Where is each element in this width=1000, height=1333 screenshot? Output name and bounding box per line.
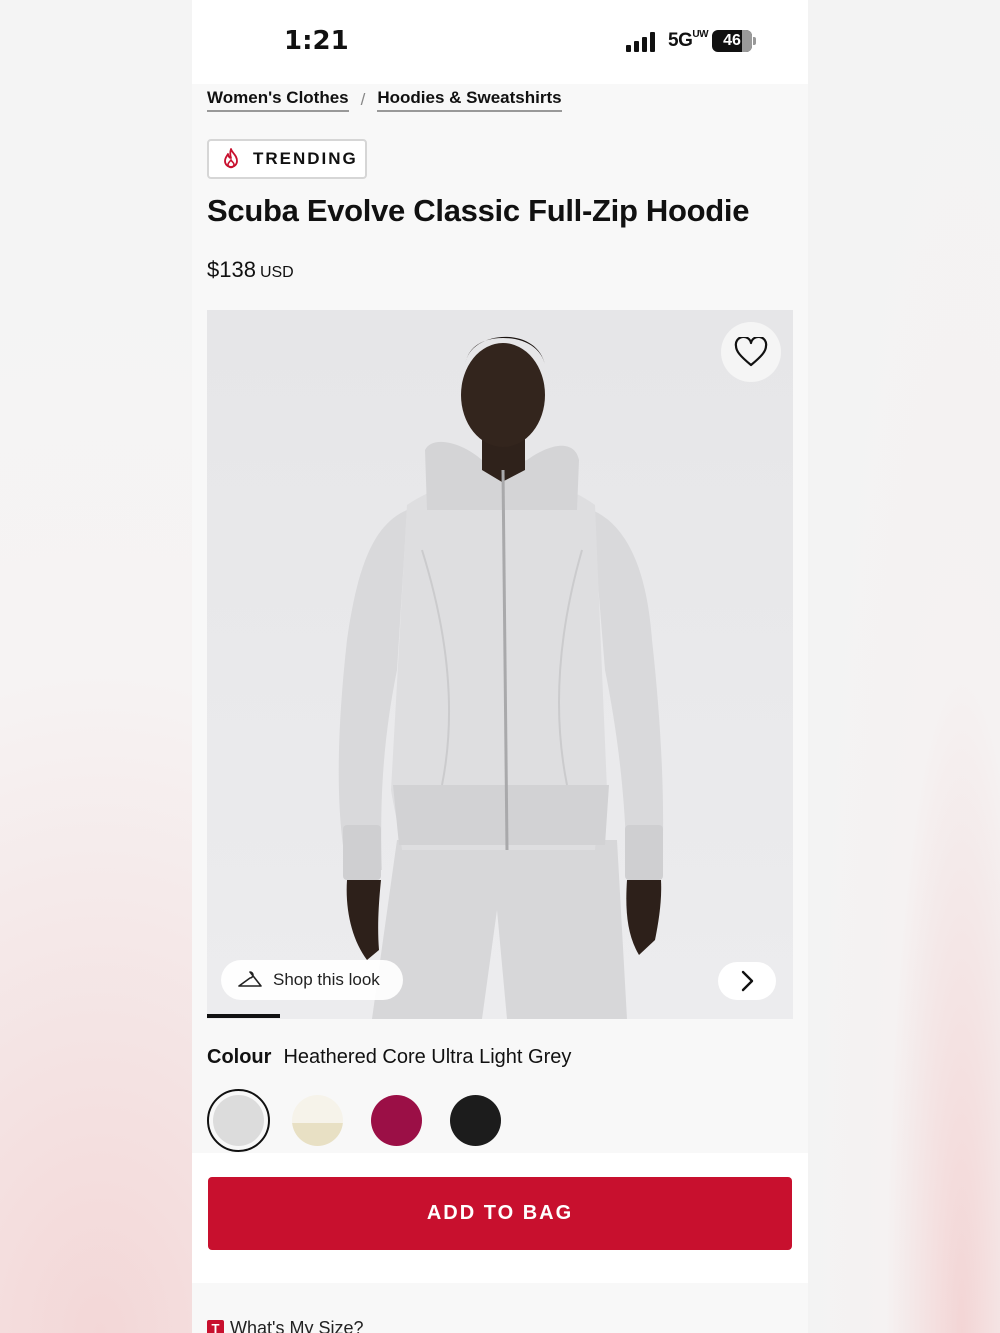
trending-badge: TRENDING <box>207 139 367 179</box>
battery-icon: 46 <box>712 30 752 52</box>
signal-icon <box>626 32 660 52</box>
colour-swatches <box>207 1089 507 1152</box>
shop-this-look-label: Shop this look <box>273 970 380 989</box>
phone-screen: 1:21 5GUW 46 Women's Clothes / Hoodies &… <box>192 0 808 1333</box>
gallery-progress <box>207 1014 793 1018</box>
swatch-magenta[interactable] <box>365 1089 428 1152</box>
battery-tip <box>753 37 756 45</box>
status-bar: 1:21 5GUW 46 <box>192 0 808 84</box>
add-to-bag-button[interactable]: ADD TO BAG <box>208 1177 792 1250</box>
size-help-logo: T <box>207 1320 224 1333</box>
hanger-icon <box>238 971 262 987</box>
wishlist-button[interactable] <box>721 322 781 382</box>
shop-this-look-button[interactable]: Shop this look <box>221 960 403 1000</box>
product-image-gallery[interactable]: Shop this look <box>207 310 793 1019</box>
swatch-heathered-core-ultra-light-grey[interactable] <box>207 1089 270 1152</box>
trending-label: TRENDING <box>253 149 358 168</box>
swatch-bone-two-tone[interactable] <box>286 1089 349 1152</box>
colour-label: Colour <box>207 1046 272 1068</box>
swatch-black[interactable] <box>444 1089 507 1152</box>
breadcrumb: Women's Clothes / Hoodies & Sweatshirts <box>207 88 562 112</box>
status-time: 1:21 <box>284 26 349 56</box>
swatch-color <box>213 1095 264 1146</box>
product-price: $138 USD <box>207 257 294 283</box>
breadcrumb-hoodies[interactable]: Hoodies & Sweatshirts <box>377 88 562 112</box>
breadcrumb-separator: / <box>360 90 366 109</box>
product-title: Scuba Evolve Classic Full-Zip Hoodie <box>207 193 750 228</box>
next-image-button[interactable] <box>718 962 776 1000</box>
heart-icon <box>734 337 768 367</box>
colour-row: Colour Heathered Core Ultra Light Grey <box>207 1046 571 1069</box>
whats-my-size-link[interactable]: T What's My Size? <box>207 1318 363 1333</box>
background-panel <box>808 0 1000 1333</box>
network-indicator: 5GUW <box>668 29 709 52</box>
gallery-progress-fill <box>207 1014 281 1018</box>
size-help-label: What's My Size? <box>230 1318 364 1333</box>
cta-area: ADD TO BAG <box>192 1153 808 1283</box>
price-currency: USD <box>259 264 294 281</box>
colour-value: Heathered Core Ultra Light Grey <box>283 1046 572 1068</box>
swatch-color <box>292 1095 343 1146</box>
product-photo <box>338 336 664 1019</box>
flame-icon <box>224 148 238 169</box>
chevron-right-icon <box>741 970 754 992</box>
breadcrumb-womens-clothes[interactable]: Women's Clothes <box>207 88 349 112</box>
swatch-color <box>450 1095 501 1146</box>
price-amount: $138 <box>207 257 256 282</box>
swatch-color <box>371 1095 422 1146</box>
